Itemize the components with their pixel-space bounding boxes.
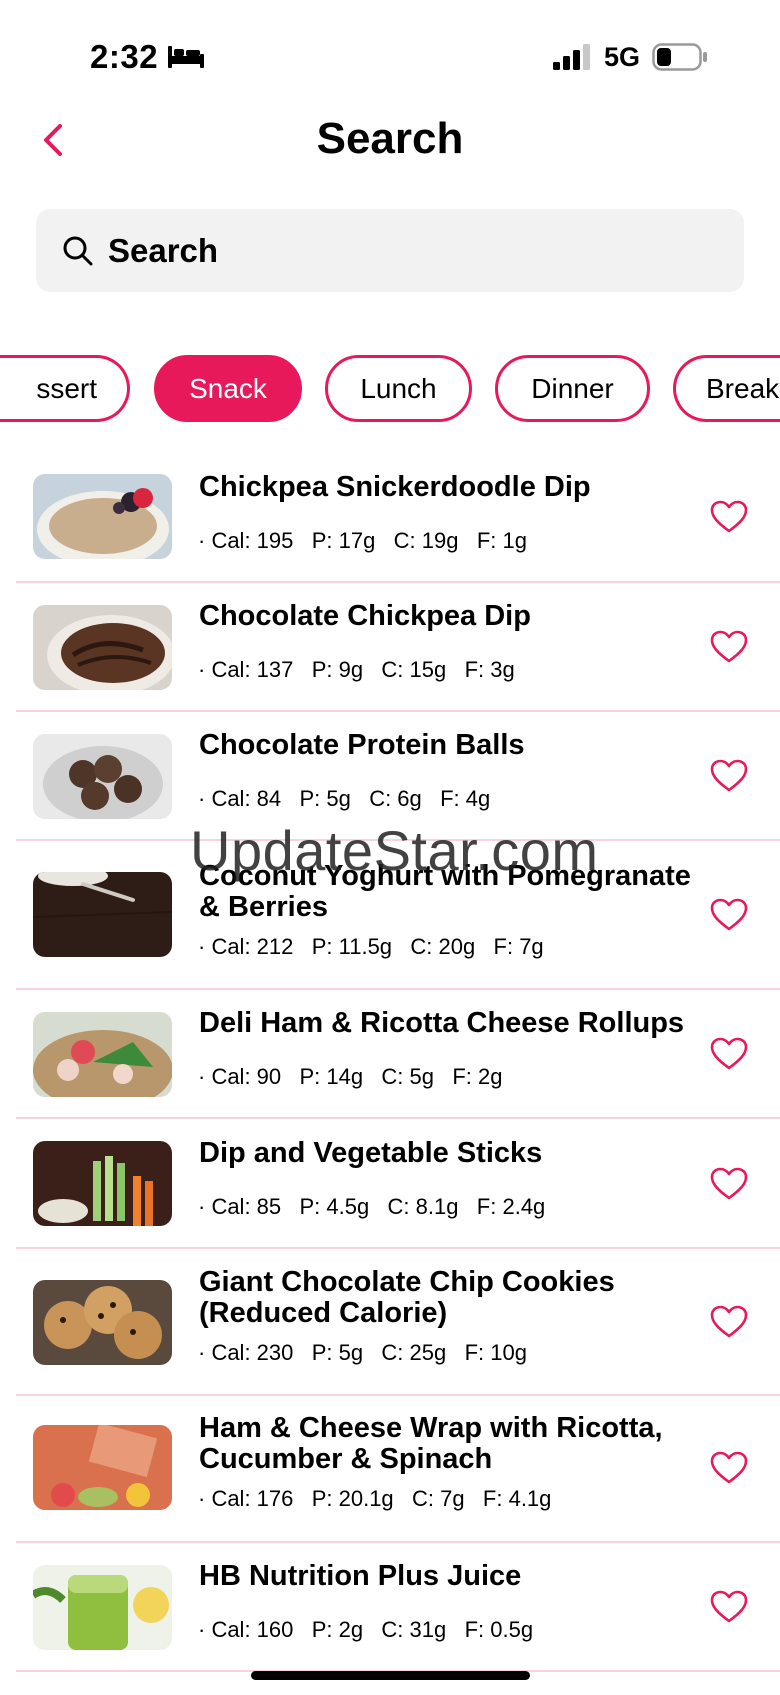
recipe-row[interactable]: Giant Chocolate Chip Cookies (Reduced Ca… bbox=[16, 1249, 780, 1396]
recipe-name: Chickpea Snickerdoodle Dip bbox=[199, 471, 591, 503]
recipe-thumbnail bbox=[33, 1565, 172, 1650]
heart-icon[interactable] bbox=[710, 1305, 748, 1339]
recipe-row[interactable]: Deli Ham & Ricotta Cheese Rollups · Cal:… bbox=[16, 990, 780, 1119]
recipe-name: Ham & Cheese Wrap with Ricotta, Cucumber… bbox=[199, 1412, 663, 1475]
heart-icon[interactable] bbox=[710, 759, 748, 793]
nav-bar: Search bbox=[0, 100, 780, 180]
status-time: 2:32 bbox=[90, 38, 159, 75]
chip-snack[interactable]: Snack bbox=[154, 355, 302, 422]
bed-icon bbox=[168, 46, 204, 68]
recipe-thumbnail bbox=[33, 1425, 172, 1510]
recipe-thumbnail bbox=[33, 1012, 172, 1097]
chip-lunch[interactable]: Lunch bbox=[325, 355, 472, 422]
recipe-name: Dip and Vegetable Sticks bbox=[199, 1137, 543, 1169]
recipe-name: Chocolate Protein Balls bbox=[199, 729, 525, 761]
category-filter-row: ssert Snack Lunch Dinner Break bbox=[0, 355, 780, 423]
chip-label: Lunch bbox=[360, 372, 437, 404]
heart-icon[interactable] bbox=[710, 1590, 748, 1624]
recipe-macros: · Cal: 195 P: 17g C: 19g F: 1g bbox=[198, 528, 527, 553]
cellular-signal-icon bbox=[553, 44, 590, 70]
watermark: UpdateStar.com bbox=[190, 819, 599, 882]
heart-icon[interactable] bbox=[710, 1167, 748, 1201]
heart-icon[interactable] bbox=[710, 898, 748, 932]
recipe-macros: · Cal: 90 P: 14g C: 5g F: 2g bbox=[198, 1064, 503, 1089]
recipe-thumbnail bbox=[33, 872, 172, 957]
recipe-macros: · Cal: 84 P: 5g C: 6g F: 4g bbox=[198, 786, 491, 811]
heart-icon[interactable] bbox=[710, 1451, 748, 1485]
recipe-thumbnail bbox=[33, 474, 172, 559]
heart-icon[interactable] bbox=[710, 630, 748, 664]
search-input[interactable] bbox=[108, 209, 718, 292]
recipe-row[interactable]: Dip and Vegetable Sticks · Cal: 85 P: 4.… bbox=[16, 1119, 780, 1249]
recipe-macros: · Cal: 85 P: 4.5g C: 8.1g F: 2.4g bbox=[198, 1194, 546, 1219]
search-bar[interactable] bbox=[36, 209, 744, 292]
battery-icon bbox=[652, 43, 707, 71]
status-bar: 2:32 5G bbox=[0, 0, 780, 110]
recipe-thumbnail bbox=[33, 734, 172, 819]
recipe-macros: · Cal: 212 P: 11.5g C: 20g F: 7g bbox=[198, 934, 544, 959]
home-indicator[interactable] bbox=[251, 1671, 530, 1680]
recipe-name: Deli Ham & Ricotta Cheese Rollups bbox=[199, 1007, 685, 1039]
chip-dessert[interactable]: ssert bbox=[0, 355, 130, 422]
recipe-list: Chickpea Snickerdoodle Dip · Cal: 195 P:… bbox=[0, 450, 780, 1672]
heart-icon[interactable] bbox=[710, 500, 748, 534]
network-type: 5G bbox=[604, 42, 641, 72]
recipe-thumbnail bbox=[33, 1141, 172, 1226]
recipe-row[interactable]: HB Nutrition Plus Juice · Cal: 160 P: 2g… bbox=[16, 1543, 780, 1672]
chip-label: Snack bbox=[189, 372, 267, 404]
recipe-macros: · Cal: 176 P: 20.1g C: 7g F: 4.1g bbox=[198, 1486, 552, 1511]
search-icon bbox=[63, 236, 93, 266]
chip-label: Break bbox=[706, 372, 780, 404]
heart-icon[interactable] bbox=[710, 1037, 748, 1071]
chip-breakfast[interactable]: Break bbox=[673, 355, 780, 422]
recipe-row[interactable]: Chickpea Snickerdoodle Dip · Cal: 195 P:… bbox=[16, 450, 780, 583]
chip-label: ssert bbox=[36, 372, 97, 404]
recipe-name: HB Nutrition Plus Juice bbox=[199, 1560, 522, 1592]
chip-dinner[interactable]: Dinner bbox=[495, 355, 650, 422]
recipe-row[interactable]: Chocolate Chickpea Dip · Cal: 137 P: 9g … bbox=[16, 583, 780, 712]
recipe-name: Chocolate Chickpea Dip bbox=[199, 600, 531, 632]
recipe-row[interactable]: Ham & Cheese Wrap with Ricotta, Cucumber… bbox=[16, 1396, 780, 1543]
chip-label: Dinner bbox=[531, 372, 614, 404]
recipe-thumbnail bbox=[33, 1280, 172, 1365]
recipe-macros: · Cal: 160 P: 2g C: 31g F: 0.5g bbox=[198, 1617, 534, 1642]
page-title: Search bbox=[316, 114, 464, 163]
recipe-thumbnail bbox=[33, 605, 172, 690]
recipe-macros: · Cal: 137 P: 9g C: 15g F: 3g bbox=[198, 657, 515, 682]
recipe-name: Giant Chocolate Chip Cookies (Reduced Ca… bbox=[199, 1266, 615, 1329]
recipe-macros: · Cal: 230 P: 5g C: 25g F: 10g bbox=[198, 1340, 527, 1365]
